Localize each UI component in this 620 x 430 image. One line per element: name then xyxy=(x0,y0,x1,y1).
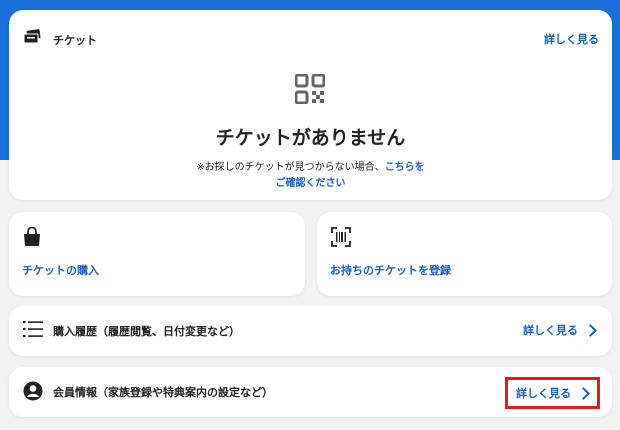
check-here-link[interactable]: こちらを xyxy=(385,162,425,173)
member-more-link[interactable]: 詳しく見る xyxy=(505,377,600,409)
purchase-history-row[interactable]: 購入履歴（履歴閲覧、日付変更など） 詳しく見る xyxy=(9,306,612,356)
qr-code-icon xyxy=(294,73,326,108)
list-icon xyxy=(23,320,43,342)
check-here-link-line2[interactable]: ご確認ください xyxy=(276,178,346,189)
shopping-bag-icon xyxy=(23,226,41,251)
member-info-row[interactable]: 会員情報（家族登録や特典案内の設定など） 詳しく見る xyxy=(9,367,612,417)
buy-ticket-card[interactable]: チケットの購入 xyxy=(9,212,305,296)
ticket-section-title: チケット xyxy=(53,34,97,47)
history-more-label[interactable]: 詳しく見る xyxy=(523,322,578,338)
empty-ticket-title: チケットがありません xyxy=(215,127,406,149)
ticket-card: チケット 詳しく見る チケットがありません ※お探しのチケットが見つからない場合… xyxy=(9,10,612,200)
register-ticket-card[interactable]: お持ちのチケットを登録 xyxy=(317,212,612,296)
empty-ticket-note: ※お探しのチケットが見つからない場合、こちらを ご確認ください xyxy=(9,160,612,192)
register-ticket-label[interactable]: お持ちのチケットを登録 xyxy=(330,262,451,278)
user-icon xyxy=(23,381,43,405)
purchase-history-label: 購入履歴（履歴閲覧、日付変更など） xyxy=(53,325,240,338)
ticket-icon xyxy=(23,29,41,49)
barcode-scan-icon xyxy=(331,227,351,251)
chevron-right-icon xyxy=(577,386,590,400)
empty-note-text: ※お探しのチケットが見つからない場合、 xyxy=(196,162,385,173)
member-info-label: 会員情報（家族登録や特典案内の設定など） xyxy=(53,386,273,399)
history-more-link[interactable]: 詳しく見る xyxy=(523,322,598,338)
member-more-label[interactable]: 詳しく見る xyxy=(516,385,571,401)
ticket-more-link[interactable]: 詳しく見る xyxy=(544,31,599,47)
buy-ticket-label[interactable]: チケットの購入 xyxy=(22,262,99,278)
chevron-right-icon xyxy=(584,323,597,337)
